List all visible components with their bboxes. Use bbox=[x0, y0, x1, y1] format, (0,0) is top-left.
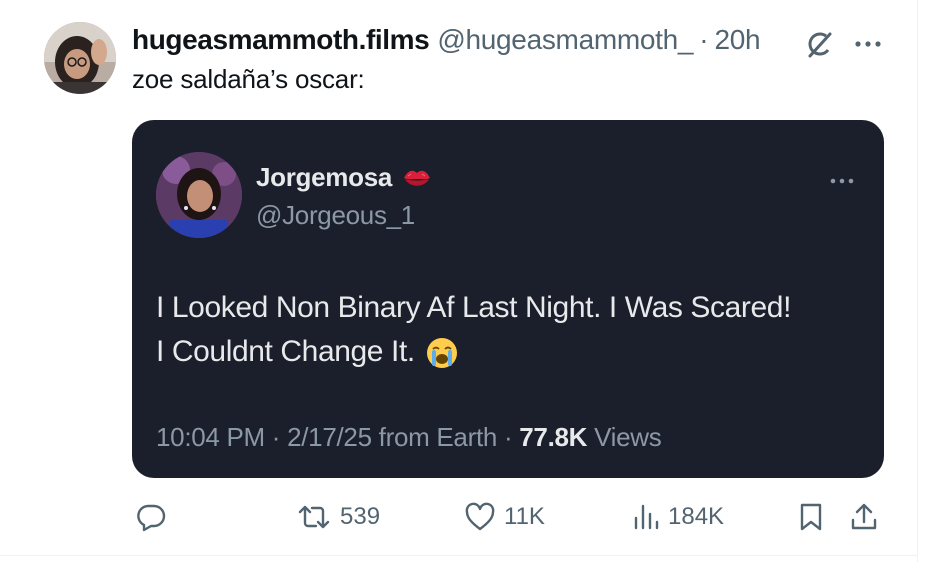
author-name[interactable]: hugeasmammoth.films bbox=[132, 24, 430, 56]
retweet-icon bbox=[298, 505, 330, 529]
share-icon bbox=[851, 503, 877, 530]
quoted-meta: 10:04 PM · 2/17/25 from Earth · 77.8K Vi… bbox=[156, 422, 662, 453]
author-line: hugeasmammoth.films @hugeasmammoth_ · 20… bbox=[132, 24, 761, 56]
post-divider bbox=[0, 555, 918, 556]
reply-button[interactable] bbox=[136, 502, 166, 532]
loudly-crying-face-icon bbox=[425, 336, 459, 370]
author-avatar[interactable] bbox=[44, 22, 116, 94]
like-count: 11K bbox=[504, 503, 545, 530]
quoted-author-name[interactable]: Jorgemosa bbox=[256, 162, 392, 193]
share-button[interactable] bbox=[850, 502, 878, 532]
quoted-views-label: Views bbox=[594, 422, 662, 452]
bookmark-button[interactable] bbox=[798, 502, 824, 532]
quoted-author-avatar[interactable] bbox=[156, 152, 242, 238]
retweet-button[interactable]: 539 bbox=[296, 502, 380, 532]
quoted-text-line-2: I Couldnt Change It. bbox=[156, 335, 415, 368]
post-time[interactable]: 20h bbox=[715, 24, 761, 56]
quoted-more-icon[interactable] bbox=[828, 172, 856, 190]
quoted-tweet-card[interactable]: Jorgemosa @Jorgeous_1 I Looked Non Binar… bbox=[132, 120, 884, 478]
quoted-timestamp[interactable]: 10:04 PM · 2/17/25 from Earth · bbox=[156, 422, 519, 452]
reply-icon bbox=[137, 504, 166, 532]
retweet-count: 539 bbox=[340, 503, 381, 530]
quoted-author-handle[interactable]: @Jorgeous_1 bbox=[256, 200, 415, 231]
meta-separator: · bbox=[699, 24, 709, 55]
quoted-text-line-1: I Looked Non Binary Af Last Night. I Was… bbox=[156, 291, 792, 324]
views-count: 184K bbox=[668, 503, 725, 530]
heart-icon bbox=[465, 502, 495, 531]
quoted-views-count: 77.8K bbox=[519, 422, 588, 452]
column-divider bbox=[917, 0, 918, 562]
quoted-author-name-row: Jorgemosa bbox=[256, 162, 432, 193]
tweet-text: zoe saldaña’s oscar: bbox=[132, 64, 365, 94]
quoted-text-line-2-wrap: I Couldnt Change It. bbox=[156, 330, 876, 374]
kiss-mark-icon bbox=[402, 166, 432, 190]
post-container: hugeasmammoth.films @hugeasmammoth_ · 20… bbox=[0, 0, 938, 562]
more-icon[interactable] bbox=[852, 33, 884, 55]
quoted-tweet-text: I Looked Non Binary Af Last Night. I Was… bbox=[156, 286, 876, 374]
bookmark-icon bbox=[800, 503, 822, 531]
grok-icon[interactable] bbox=[804, 30, 834, 60]
views-button[interactable]: 184K bbox=[632, 502, 724, 532]
author-handle[interactable]: @hugeasmammoth_ bbox=[437, 24, 693, 56]
bar-chart-icon bbox=[634, 504, 659, 530]
like-button[interactable]: 11K bbox=[464, 502, 545, 532]
